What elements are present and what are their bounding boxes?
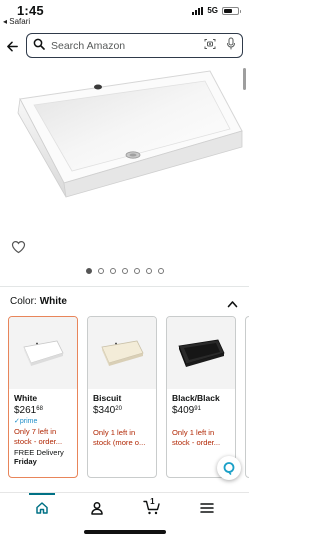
product-image-gallery[interactable] <box>0 63 249 285</box>
variant-thumbnail <box>9 317 77 389</box>
hamburger-menu-icon <box>200 502 215 513</box>
bottom-navigation: 1 <box>0 492 249 522</box>
nav-cart[interactable]: 1 <box>137 494 167 522</box>
variant-delivery: FREE Delivery <box>14 448 64 457</box>
back-to-app-link[interactable]: ◂ Safari <box>3 17 30 26</box>
assistant-icon <box>223 462 235 475</box>
collapse-chevron-icon[interactable] <box>227 295 238 313</box>
signal-icon <box>192 6 204 15</box>
pagination-dot[interactable] <box>109 268 116 274</box>
search-header: Search Amazon <box>0 30 249 62</box>
pagination-dot[interactable] <box>133 268 140 274</box>
prime-badge: ✓prime <box>14 418 38 425</box>
back-arrow-icon[interactable] <box>0 30 24 62</box>
rufus-assistant-button[interactable] <box>217 456 241 480</box>
pagination-dot[interactable] <box>145 268 152 274</box>
scrollbar[interactable] <box>243 68 246 90</box>
variant-name: Black/Black <box>172 393 220 403</box>
variant-name: White <box>14 393 38 403</box>
variant-price: $40991 <box>172 405 201 416</box>
color-value: White <box>39 296 67 307</box>
variant-card-white[interactable]: White $26168 ✓prime Only 7 left in stock… <box>8 316 78 478</box>
product-image <box>17 70 243 198</box>
pagination-dot[interactable] <box>157 268 164 274</box>
status-time: 1:45 <box>17 3 44 18</box>
nav-menu[interactable] <box>192 494 222 522</box>
search-input[interactable]: Search Amazon <box>26 33 243 58</box>
search-icon <box>33 37 45 55</box>
variant-stock: Only 1 left in stock (more o... <box>93 428 146 447</box>
color-label: Color: <box>10 296 37 307</box>
variant-stock: Only 7 left in stock - order... <box>14 427 63 446</box>
color-variant-carousel[interactable]: White $26168 ✓prime Only 7 left in stock… <box>8 316 249 480</box>
status-bar: 1:45 ◂ Safari 5G <box>0 0 249 30</box>
cart-count-badge: 1 <box>150 496 155 506</box>
microphone-icon[interactable] <box>226 37 236 55</box>
image-pagination-dots[interactable] <box>0 268 249 274</box>
variant-price: $26168 <box>14 405 43 416</box>
network-type: 5G <box>207 6 218 15</box>
nav-home[interactable] <box>27 492 57 522</box>
pagination-dot[interactable] <box>97 268 104 274</box>
variant-card-partial[interactable] <box>245 316 249 478</box>
variant-stock: Only 1 left in stock - order... <box>172 428 221 447</box>
search-placeholder: Search Amazon <box>51 39 126 52</box>
account-icon <box>91 501 103 515</box>
variant-name: Biscuit <box>93 393 122 403</box>
variant-thumbnail <box>88 317 156 389</box>
pagination-dot[interactable] <box>85 268 92 274</box>
home-icon <box>35 501 48 514</box>
status-indicators: 5G <box>192 6 241 15</box>
nav-account[interactable] <box>82 494 112 522</box>
variant-thumbnail <box>167 317 235 389</box>
home-indicator[interactable] <box>84 530 166 534</box>
divider <box>0 286 249 287</box>
camera-scan-icon[interactable] <box>204 37 216 55</box>
variant-delivery-day: Friday <box>14 457 37 466</box>
variant-card-biscuit[interactable]: Biscuit $34020 Only 1 left in stock (mor… <box>87 316 157 478</box>
variant-price: $34020 <box>93 405 122 416</box>
variant-card-black[interactable]: Black/Black $40991 Only 1 left in stock … <box>166 316 236 478</box>
color-selector-label: Color: White <box>10 296 67 307</box>
wishlist-heart-icon[interactable] <box>11 240 26 259</box>
battery-icon <box>222 6 241 15</box>
pagination-dot[interactable] <box>121 268 128 274</box>
